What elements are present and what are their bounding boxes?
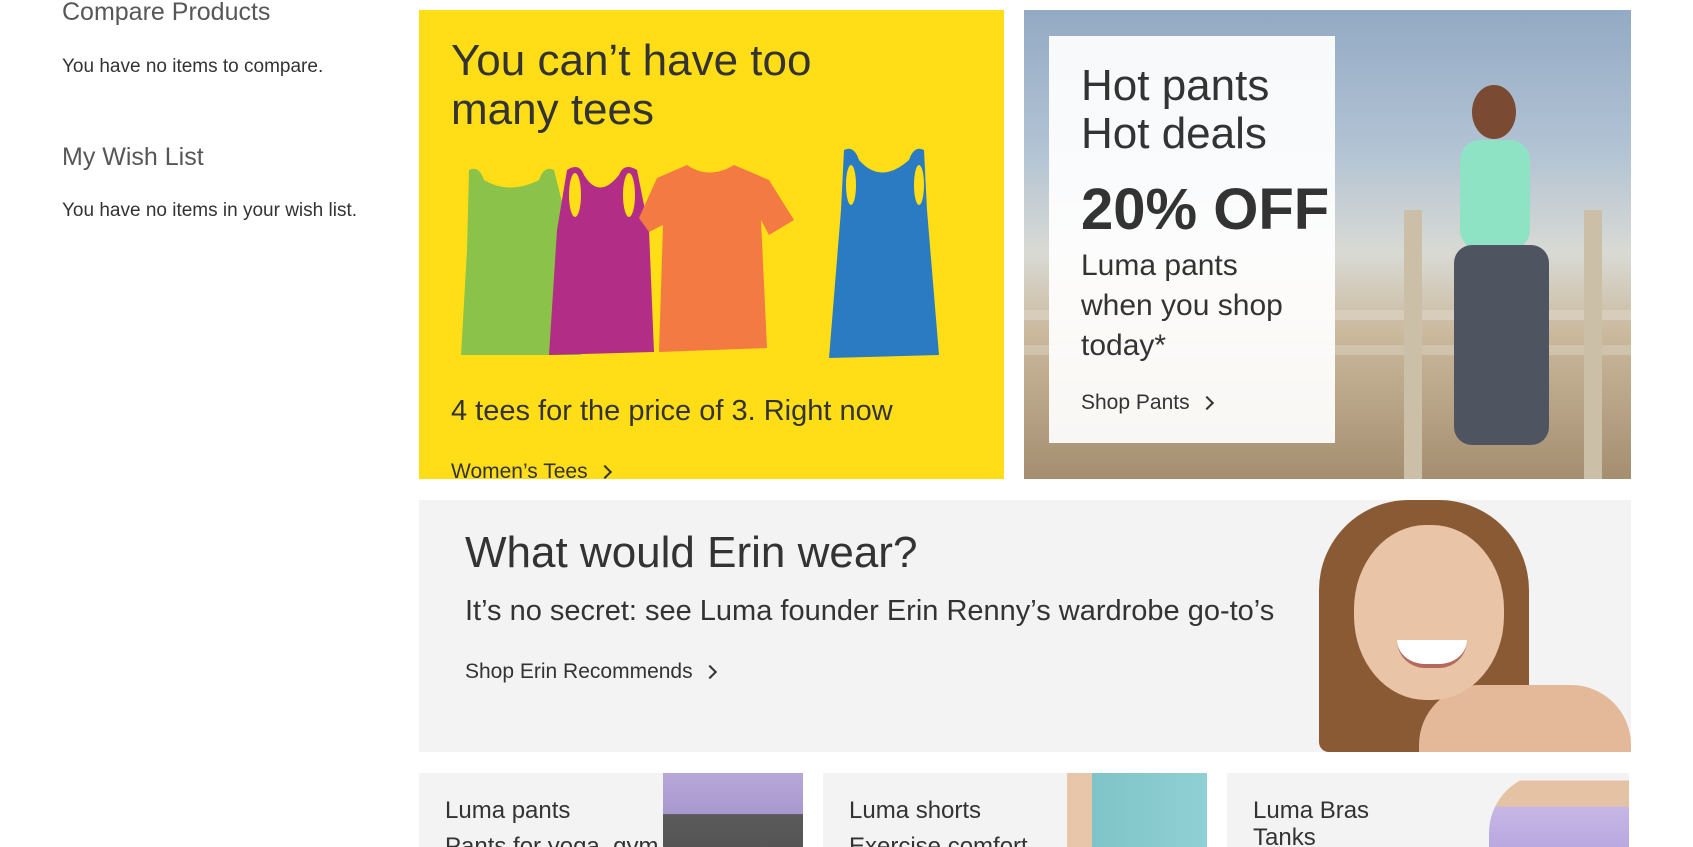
category-name: Luma pants: [445, 797, 571, 824]
womens-tees-link[interactable]: Women’s Tees: [451, 460, 612, 479]
chevron-right-icon: [597, 464, 612, 479]
pants-heading: Hot pants Hot deals: [1081, 62, 1269, 158]
category-name: Luma shorts: [849, 797, 982, 824]
pants-description: Luma pants when you shop today*: [1081, 249, 1283, 362]
tees-promo-block[interactable]: You can’t have too many tees 4 tees for …: [419, 10, 1004, 479]
category-tagline: Exercise comfort: [849, 833, 1028, 847]
category-image-shorts: [1067, 773, 1207, 847]
category-image-bras-tanks: [1489, 773, 1629, 847]
shop-erin-recommends-link-label: Shop Erin Recommends: [465, 660, 693, 683]
orange-tee-image: [639, 165, 794, 352]
erin-photo: [1299, 500, 1631, 752]
category-tile-shorts[interactable]: Luma shorts Exercise comfort: [823, 773, 1207, 847]
pants-offer-card: Hot pants Hot deals 20% OFF Luma pants w…: [1049, 36, 1335, 443]
shop-pants-link[interactable]: Shop Pants: [1081, 391, 1214, 415]
model-photo: [1424, 85, 1564, 465]
category-tile-bras-tanks[interactable]: Luma Bras Tanks: [1227, 773, 1629, 847]
wishlist-empty-text: You have no items in your wish list.: [62, 200, 358, 221]
erin-subheading: It’s no secret: see Luma founder Erin Re…: [465, 595, 1275, 627]
discount-text: 20% OFF: [1081, 177, 1330, 242]
erin-face: [1354, 525, 1504, 700]
shop-erin-recommends-link[interactable]: Shop Erin Recommends: [465, 660, 717, 684]
tees-promo-text: 4 tees for the price of 3. Right now: [451, 395, 893, 427]
category-tile-pants[interactable]: Luma pants Pants for yoga, gym: [419, 773, 803, 847]
chevron-right-icon: [1199, 395, 1214, 411]
chevron-right-icon: [702, 664, 717, 680]
pants-promo-block[interactable]: Hot pants Hot deals 20% OFF Luma pants w…: [1024, 10, 1631, 479]
womens-tees-link-label: Women’s Tees: [451, 460, 588, 479]
compare-products-title: Compare Products: [62, 0, 271, 26]
erin-heading: What would Erin wear?: [465, 528, 918, 577]
pants-heading-line2: Hot deals: [1081, 109, 1267, 158]
fence-post: [1404, 210, 1422, 479]
magenta-tank-image: [549, 166, 654, 355]
category-image-pants: [663, 773, 803, 847]
fence-post: [1584, 210, 1602, 479]
shop-pants-link-label: Shop Pants: [1081, 391, 1190, 414]
category-tagline: Pants for yoga, gym: [445, 833, 659, 847]
pants-heading-line1: Hot pants: [1081, 61, 1270, 110]
tees-heading: You can’t have too many tees: [451, 36, 812, 134]
model-head: [1472, 85, 1516, 139]
model-pants: [1454, 245, 1549, 445]
wishlist-title: My Wish List: [62, 143, 204, 171]
compare-products-empty-text: You have no items to compare.: [62, 56, 324, 77]
model-shirt: [1460, 140, 1530, 250]
tees-image: [461, 148, 939, 358]
category-name: Luma Bras Tanks: [1253, 797, 1370, 847]
erin-recommends-block[interactable]: What would Erin wear? It’s no secret: se…: [419, 500, 1631, 752]
